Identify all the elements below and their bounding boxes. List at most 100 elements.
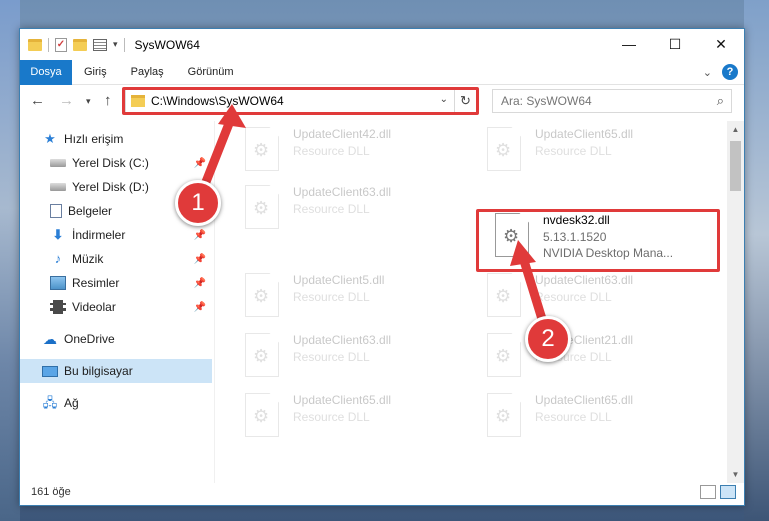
file-explorer-window: ✓ ▾ SysWOW64 — ☐ ✕ Dosya Giriş Paylaş Gö… <box>19 28 745 506</box>
search-icon[interactable]: ⌕ <box>717 93 724 109</box>
pin-icon[interactable]: 📌 <box>194 254 206 265</box>
details-view-icon[interactable] <box>700 485 716 499</box>
sidebar-item-label: Resimler <box>72 276 120 290</box>
file-tile[interactable]: ⚙ UpdateClient63.dll Resource DLL <box>233 331 463 387</box>
pin-icon[interactable]: 📌 <box>194 302 206 313</box>
status-bar: 161 öğe <box>20 481 744 505</box>
sidebar-item-pictures[interactable]: Resimler 📌 <box>20 271 212 295</box>
ribbon-tabs: Dosya Giriş Paylaş Görünüm ⌄ ? <box>20 59 744 85</box>
star-icon: ★ <box>44 131 56 146</box>
help-icon[interactable]: ? <box>722 64 738 80</box>
minimize-button[interactable]: — <box>606 29 652 59</box>
music-icon: ♪ <box>54 251 62 266</box>
file-tile[interactable]: ⚙ UpdateClient5.dll Resource DLL <box>233 271 463 327</box>
step1-badge: 1 <box>175 180 221 226</box>
sidebar-item-videos[interactable]: Videolar 📌 <box>20 295 212 319</box>
navigation-pane: ★ Hızlı erişim Yerel Disk (C:) 📌 Yerel D… <box>20 121 212 481</box>
file-tile[interactable]: ⚙ UpdateClient63.dll Resource DLL <box>475 271 705 327</box>
sidebar-item-network[interactable]: 🖧 Ağ <box>20 391 212 415</box>
file-type: Resource DLL <box>293 410 370 424</box>
sidebar-item-quick-access[interactable]: ★ Hızlı erişim <box>20 127 212 151</box>
file-name: UpdateClient65.dll <box>535 127 634 141</box>
file-tile[interactable]: ⚙ UpdateClient65.dll Resource DLL <box>475 125 705 181</box>
address-highlight-box <box>122 87 479 115</box>
file-type: Resource DLL <box>293 290 370 304</box>
sidebar-item-label: Hızlı erişim <box>64 132 124 146</box>
file-tile[interactable]: ⚙ UpdateClient65.dll Resource DLL <box>233 391 463 447</box>
tiles-view-icon[interactable] <box>720 485 736 499</box>
tab-file[interactable]: Dosya <box>20 59 72 85</box>
pictures-icon <box>50 276 66 290</box>
gear-icon: ⚙ <box>495 346 512 366</box>
customize-toolbar-chevron-icon[interactable]: ▾ <box>113 39 118 50</box>
pane-divider <box>214 121 215 483</box>
maximize-button[interactable]: ☐ <box>652 29 698 59</box>
gear-icon: ⚙ <box>495 140 512 160</box>
item-count: 161 öğe <box>31 486 71 498</box>
quick-access-toolbar: ✓ ▾ <box>28 37 125 52</box>
file-tile[interactable]: ⚙ UpdateClient42.dll Resource DLL <box>233 125 463 181</box>
sidebar-item-local-disk-c[interactable]: Yerel Disk (C:) 📌 <box>20 151 212 175</box>
search-input[interactable] <box>501 94 691 108</box>
toolbar-separator <box>48 37 49 52</box>
disk-icon <box>50 159 66 167</box>
step2-badge: 2 <box>525 316 571 362</box>
window-title: SysWOW64 <box>134 37 200 52</box>
vertical-scrollbar[interactable]: ▲ ▼ <box>727 121 744 483</box>
sidebar-item-downloads[interactable]: ⬇ İndirmeler 📌 <box>20 223 212 247</box>
new-folder-icon[interactable] <box>73 38 87 51</box>
document-icon <box>50 204 62 218</box>
back-arrow-icon[interactable]: ← <box>30 92 45 109</box>
sidebar-item-label: Videolar <box>72 300 116 314</box>
title-bar: ✓ ▾ SysWOW64 — ☐ ✕ <box>20 29 744 60</box>
scroll-up-icon[interactable]: ▲ <box>727 121 744 138</box>
file-name: UpdateClient65.dll <box>293 393 392 407</box>
file-name: UpdateClient42.dll <box>293 127 392 141</box>
file-name: UpdateClient63.dll <box>293 333 392 347</box>
file-type: Resource DLL <box>535 410 612 424</box>
file-type: Resource DLL <box>293 202 370 216</box>
gear-icon: ⚙ <box>253 286 270 306</box>
sidebar-item-label: OneDrive <box>64 332 115 346</box>
sidebar-item-music[interactable]: ♪ Müzik 📌 <box>20 247 212 271</box>
properties-icon[interactable] <box>93 38 107 51</box>
folder-icon[interactable] <box>28 38 42 51</box>
pin-icon[interactable]: 📌 <box>194 158 206 169</box>
pin-icon[interactable]: 📌 <box>194 278 206 289</box>
download-icon: ⬇ <box>52 227 64 242</box>
sidebar-item-label: İndirmeler <box>72 228 126 242</box>
onedrive-icon: ☁ <box>43 331 57 347</box>
file-name: UpdateClient63.dll <box>535 273 634 287</box>
scrollbar-thumb[interactable] <box>730 141 741 191</box>
sidebar-item-this-pc[interactable]: Bu bilgisayar <box>20 359 212 383</box>
search-box[interactable]: ⌕ <box>492 89 732 113</box>
sidebar-item-label: Yerel Disk (C:) <box>72 156 149 170</box>
sidebar-item-label: Bu bilgisayar <box>64 364 133 378</box>
tab-share[interactable]: Paylaş <box>119 60 176 85</box>
desktop-background-left <box>0 0 20 521</box>
pin-icon[interactable]: 📌 <box>194 230 206 241</box>
navigation-bar: ← → ▾ ↑ C:\Windows\SysWOW64 ⌄ ↻ ⌕ <box>20 86 744 118</box>
file-tile[interactable]: ⚙ UpdateClient65.dll Resource DLL <box>475 391 705 447</box>
tab-view[interactable]: Görünüm <box>176 60 246 85</box>
window-controls: — ☐ ✕ <box>606 29 744 59</box>
expand-ribbon-chevron-icon[interactable]: ⌄ <box>703 66 712 79</box>
gear-icon: ⚙ <box>253 406 270 426</box>
properties-check-icon[interactable]: ✓ <box>55 37 67 52</box>
network-icon: 🖧 <box>42 395 58 410</box>
gear-icon: ⚙ <box>253 140 270 160</box>
video-icon <box>50 300 66 314</box>
gear-icon: ⚙ <box>253 198 270 218</box>
gear-icon: ⚙ <box>495 286 512 306</box>
up-arrow-icon[interactable]: ↑ <box>104 92 112 109</box>
file-highlight-box <box>476 209 720 272</box>
file-name: UpdateClient5.dll <box>293 273 385 287</box>
file-type: Resource DLL <box>535 290 612 304</box>
file-tile[interactable]: ⚙ UpdateClient63.dll Resource DLL <box>233 183 463 239</box>
forward-arrow-icon[interactable]: → <box>59 92 74 109</box>
close-button[interactable]: ✕ <box>698 29 744 59</box>
sidebar-item-onedrive[interactable]: ☁ OneDrive <box>20 327 212 351</box>
recent-locations-chevron-icon[interactable]: ▾ <box>86 96 91 107</box>
file-tile[interactable]: ⚙ UpdateClient21.dll Resource DLL <box>475 331 705 387</box>
tab-home[interactable]: Giriş <box>72 60 119 85</box>
